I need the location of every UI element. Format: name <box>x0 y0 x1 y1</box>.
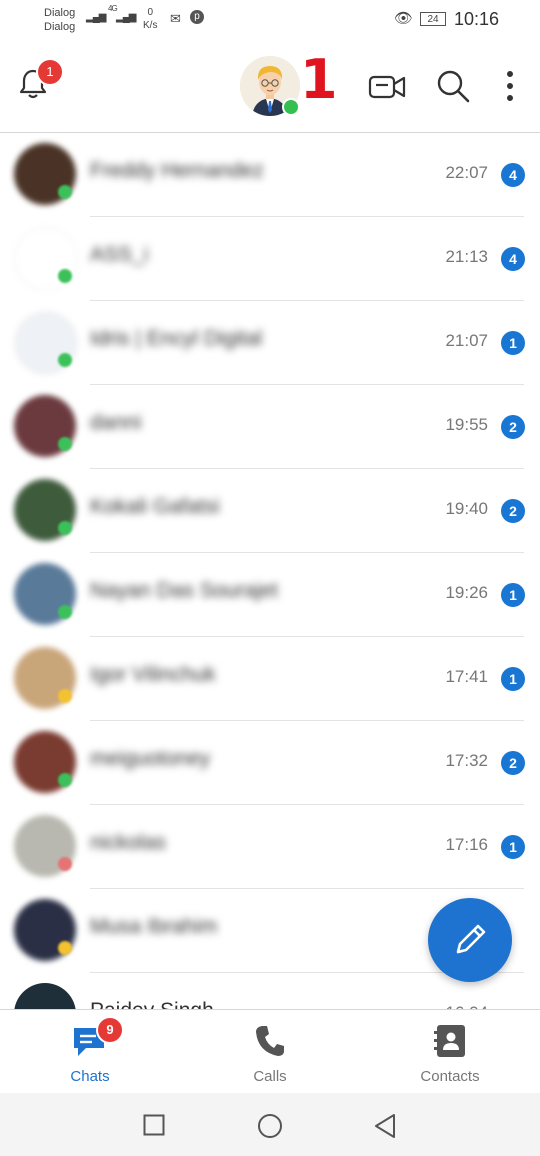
unread-count-badge: 4 <box>501 247 525 271</box>
tab-chats[interactable]: 9 Chats <box>0 1010 180 1094</box>
contact-name: ASS_i <box>90 243 149 266</box>
tab-contacts-label: Contacts <box>420 1068 480 1085</box>
chats-unread-badge: 9 <box>96 1016 124 1044</box>
message-time: 17:41 <box>445 667 488 686</box>
eye-comfort-icon: 👁 <box>394 10 414 27</box>
chat-list-item[interactable]: Freddy Hernandez 22:07 4 <box>0 133 540 217</box>
message-time: 21:13 <box>445 247 488 266</box>
pencil-icon <box>456 924 486 954</box>
tab-calls[interactable]: Calls <box>180 1010 360 1094</box>
status-time: 10:16 <box>454 9 500 29</box>
unread-count-badge: 1 <box>501 835 525 859</box>
message-time: 22:07 <box>445 163 488 182</box>
presence-indicator <box>58 437 72 451</box>
contact-name: danni <box>90 411 142 434</box>
presence-indicator <box>58 773 72 787</box>
chat-list-item[interactable]: meiguotoney 17:32 2 <box>0 721 540 805</box>
circle-icon[interactable] <box>257 1113 283 1139</box>
tab-contacts[interactable]: Contacts <box>360 1010 540 1094</box>
presence-online-indicator <box>282 98 300 116</box>
unread-count-badge: 2 <box>501 499 525 523</box>
speed-unit: K/s <box>143 20 158 31</box>
new-chat-button[interactable] <box>428 898 512 982</box>
battery-indicator: 24 <box>420 12 446 26</box>
contact-name: Idris | Encyl Digital <box>90 327 263 350</box>
contact-name: Kokali Gafatsi <box>90 495 220 518</box>
presence-indicator <box>58 689 72 703</box>
search-icon[interactable] <box>435 68 471 104</box>
signal-icon: ▂▄▆ <box>116 12 136 23</box>
message-time: 19:40 <box>445 499 488 518</box>
chat-list-item[interactable]: nickolas 17:16 1 <box>0 805 540 889</box>
mail-icon: ✉ <box>170 11 181 26</box>
phone-icon <box>256 1026 284 1056</box>
message-time: 21:07 <box>445 331 488 350</box>
status-bar: Dialog Dialog ▂▄▆ 4G ▂▄▆ 0 K/s ✉ p 👁 24 … <box>0 0 540 40</box>
message-time: 19:55 <box>445 415 488 434</box>
video-call-icon[interactable] <box>368 72 406 102</box>
carrier-2: Dialog <box>44 21 76 33</box>
chat-list-item[interactable]: Nayan Das Sourajet 19:26 1 <box>0 553 540 637</box>
message-time: 19:26 <box>445 583 488 602</box>
network-speed: 0 K/s <box>143 6 157 32</box>
contacts-icon <box>434 1025 465 1057</box>
presence-indicator <box>58 521 72 535</box>
presence-indicator <box>58 605 72 619</box>
unread-count-badge: 2 <box>501 751 525 775</box>
message-time: 17:32 <box>445 751 488 770</box>
contact-name: Musa Ibrahim <box>90 915 218 938</box>
triangle-back-icon[interactable] <box>373 1113 397 1139</box>
chat-list-item[interactable]: Idris | Encyl Digital 21:07 1 <box>0 301 540 385</box>
more-options-icon[interactable] <box>500 68 520 104</box>
chat-list-item[interactable]: Kokali Gafatsi 19:40 2 <box>0 469 540 553</box>
top-app-bar: 1 1 <box>0 40 540 133</box>
bottom-navigation: 9 Chats Calls Contacts <box>0 1009 540 1094</box>
presence-indicator <box>58 857 72 871</box>
unread-count-badge: 4 <box>501 163 525 187</box>
contact-name: Nayan Das Sourajet <box>90 579 278 602</box>
chat-list-item[interactable]: Igor Vilinchuk 17:41 1 <box>0 637 540 721</box>
presence-indicator <box>58 353 72 367</box>
contact-name: Igor Vilinchuk <box>90 663 216 686</box>
system-navigation-bar <box>0 1093 540 1156</box>
tab-chats-label: Chats <box>70 1068 110 1085</box>
unread-count-badge: 1 <box>501 331 525 355</box>
contact-name: meiguotoney <box>90 747 211 770</box>
tab-calls-label: Calls <box>253 1068 287 1085</box>
presence-indicator <box>58 941 72 955</box>
chat-list-item[interactable]: danni 19:55 2 <box>0 385 540 469</box>
chat-list[interactable]: Freddy Hernandez 22:07 4 ASS_i 21:13 4 Idris |… <box>0 133 540 1009</box>
presence-indicator <box>58 185 72 199</box>
unread-count-badge: 1 <box>501 667 525 691</box>
contact-name: Pajdev Singh <box>90 999 214 1009</box>
square-icon[interactable] <box>143 1114 165 1136</box>
carrier-names: Dialog Dialog <box>44 6 75 34</box>
signal-icon: ▂▄▆ <box>86 12 106 23</box>
presence-indicator <box>58 269 72 283</box>
annotation-number: 1 <box>300 48 338 111</box>
message-time: 17:16 <box>445 835 488 854</box>
pinterest-icon: p <box>190 10 204 24</box>
notification-badge: 1 <box>36 58 64 86</box>
unread-count-badge: 1 <box>501 583 525 607</box>
carrier-1: Dialog <box>44 7 76 19</box>
contact-name: nickolas <box>90 831 166 854</box>
speed-value: 0 <box>147 7 153 18</box>
unread-count-badge: 2 <box>501 415 525 439</box>
contact-avatar <box>14 983 76 1009</box>
contact-name: Freddy Hernandez <box>90 159 264 182</box>
chat-list-item[interactable]: ASS_i 21:13 4 <box>0 217 540 301</box>
